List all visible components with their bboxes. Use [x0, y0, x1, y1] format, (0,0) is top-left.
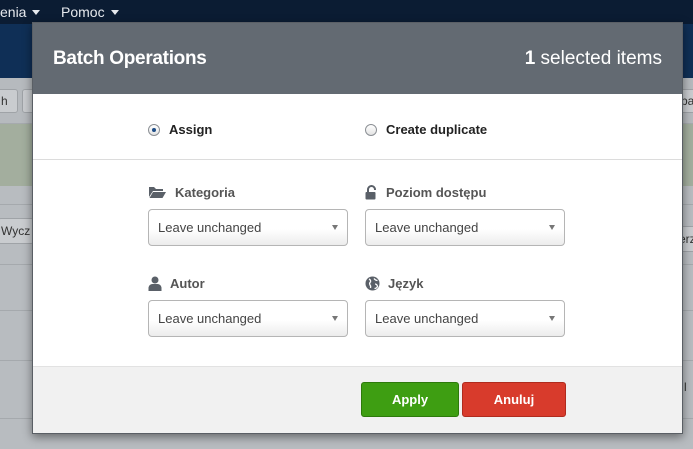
menu-item-label: enia [0, 4, 27, 20]
field-label-text: Autor [170, 275, 205, 291]
radio-create-duplicate[interactable]: Create duplicate [365, 122, 487, 137]
kategoria-select[interactable]: Leave unchanged [148, 209, 348, 246]
globe-icon [365, 276, 380, 290]
chevron-down-icon [332, 316, 338, 321]
field-label: Kategoria [148, 184, 348, 200]
filter-clear-button[interactable]: Wycz [0, 218, 34, 244]
chevron-down-icon [549, 316, 555, 321]
toolbar-button-label: h [1, 94, 8, 108]
filter-button-label: Wycz [1, 224, 31, 238]
batch-fields: Kategoria Leave unchanged Poziom dostępu… [33, 160, 682, 367]
menu-item-settings[interactable]: enia [0, 4, 41, 20]
select-value: Leave unchanged [158, 220, 262, 235]
modal-title: Batch Operations [53, 47, 207, 69]
batch-operations-modal: Batch Operations 1 selected items Assign… [32, 22, 683, 434]
selected-count-number: 1 [524, 47, 536, 69]
field-label: Autor [148, 275, 348, 291]
field-label: Poziom dostępu [365, 184, 565, 200]
select-value: Leave unchanged [375, 311, 479, 326]
radio-checked-icon[interactable] [148, 123, 160, 136]
autor-select[interactable]: Leave unchanged [148, 300, 348, 337]
unlock-icon [365, 184, 376, 199]
chevron-down-icon [549, 225, 555, 230]
field-label: Język [365, 275, 565, 291]
field-autor: Autor Leave unchanged [148, 275, 348, 337]
menu-item-label: Pomoc [61, 4, 105, 20]
radio-unchecked-icon[interactable] [365, 123, 377, 136]
radio-label: Assign [169, 122, 213, 137]
top-menu-bar: enia Pomoc [0, 0, 693, 24]
row-text: l [684, 380, 687, 394]
batch-mode-group: Assign Create duplicate [33, 94, 682, 160]
apply-button[interactable]: Apply [361, 382, 459, 417]
field-label-text: Poziom dostępu [386, 184, 487, 200]
radio-assign[interactable]: Assign [148, 122, 212, 137]
user-icon [148, 276, 162, 291]
field-poziom-dostepu: Poziom dostępu Leave unchanged [365, 184, 565, 246]
select-value: Leave unchanged [375, 220, 479, 235]
chevron-down-icon [332, 225, 338, 230]
modal-footer: Apply Anuluj [33, 366, 682, 433]
modal-header: Batch Operations 1 selected items [33, 23, 682, 94]
folder-open-icon [149, 187, 166, 198]
jezyk-select[interactable]: Leave unchanged [365, 300, 565, 337]
poziom-dostepu-select[interactable]: Leave unchanged [365, 209, 565, 246]
field-label-text: Kategoria [175, 184, 235, 200]
caret-down-icon [110, 9, 119, 15]
field-kategoria: Kategoria Leave unchanged [148, 184, 348, 246]
caret-down-icon [32, 9, 41, 15]
select-value: Leave unchanged [158, 311, 262, 326]
selected-count-label: selected items [535, 47, 662, 69]
radio-label: Create duplicate [386, 122, 488, 137]
field-jezyk: Język Leave unchanged [365, 275, 565, 337]
menu-item-help[interactable]: Pomoc [61, 4, 119, 20]
selected-items-count: 1 selected items [525, 48, 662, 70]
cancel-button[interactable]: Anuluj [462, 382, 566, 417]
field-label-text: Język [388, 275, 424, 291]
toolbar-button[interactable]: h [0, 89, 18, 113]
